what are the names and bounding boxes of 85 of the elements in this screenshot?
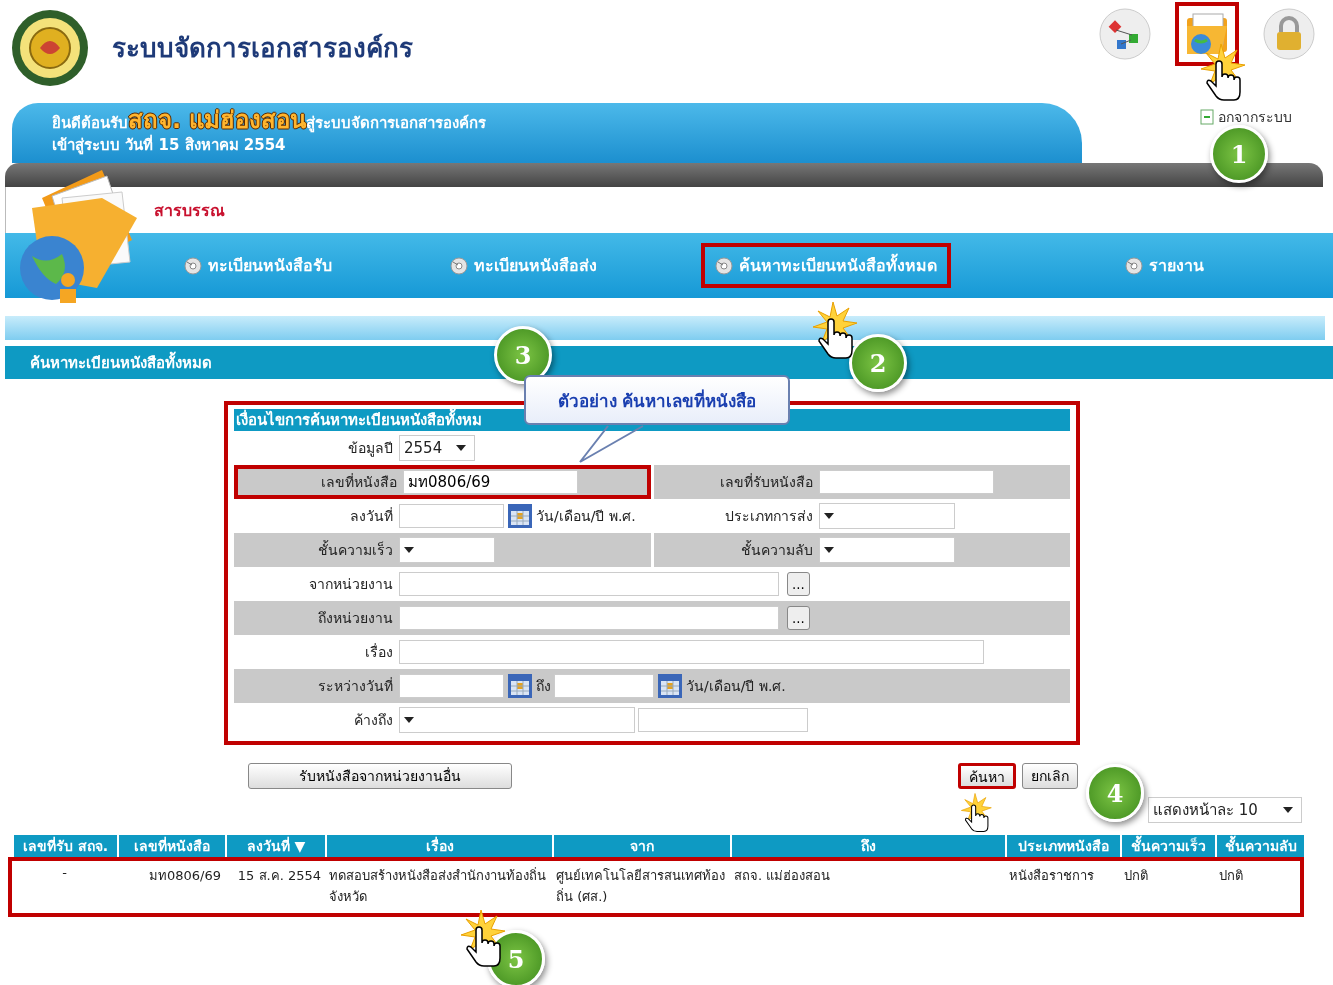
column-header[interactable]: เลขที่หนังสือ: [117, 835, 225, 857]
app-title: ระบบจัดการเอกสารองค์กร: [112, 32, 414, 65]
section-title: ค้นหาทะเบียนหนังสือทั้งหมด: [30, 350, 212, 374]
caret-icon: [456, 445, 466, 451]
table-cell-text: ปกติ: [1218, 867, 1244, 885]
column-header[interactable]: ชั้นความเร็ว: [1120, 835, 1215, 857]
logout-link[interactable]: อกจากระบบ: [1200, 106, 1292, 128]
field-label: ชั้นความลับ: [740, 542, 813, 558]
page-size-dropdown[interactable]: แสดงหน้าละ 10: [1148, 797, 1302, 823]
button[interactable]: รับหนังสือจากหน่วยงานอื่น: [248, 763, 512, 789]
column-header[interactable]: ลงวันที่ ▼: [225, 835, 325, 857]
callout-bubble: ตัวอย่าง ค้นหาเลขที่หนังสือ: [524, 375, 790, 425]
field-label: ข้อมูลปี: [348, 440, 393, 456]
text-field[interactable]: มท0806/69: [403, 470, 578, 494]
field-label: ชั้นความเร็ว: [318, 542, 393, 558]
column-header[interactable]: ประเภทหนังสือ: [1005, 835, 1120, 857]
welcome-text: ยินดีต้อนรับสถจ. แม่ฮ่องสอนสู่ระบบจัดการเอกสารองค์กร: [52, 109, 488, 134]
step-number-badge: 1: [1210, 125, 1268, 183]
field-label: เรื่อง: [365, 644, 393, 660]
field-label: ค้างถึง: [354, 712, 393, 728]
field-label: เลขที่หนังสือ: [321, 474, 397, 490]
table-cell-text: หนังสือราชการ: [1008, 867, 1095, 885]
menu-item[interactable]: ค้นหาทะเบียนหนังสือทั้งหมด: [701, 243, 951, 288]
table-cell-text: ปกติ: [1123, 867, 1149, 885]
column-header[interactable]: เรื่อง: [325, 835, 552, 857]
column-header[interactable]: ถึง: [730, 835, 1005, 857]
date-format-hint: วัน/เดือน/ปี พ.ศ.: [536, 507, 636, 526]
browse-button[interactable]: ...: [787, 606, 810, 630]
table-cell-text: สถจ. แม่ฮ่องสอน: [733, 867, 832, 885]
dropdown[interactable]: [818, 503, 955, 529]
field-label: ถึงหน่วยงาน: [318, 610, 393, 626]
calendar-icon: [657, 673, 683, 699]
disc-icon: [1125, 256, 1143, 275]
caret-icon: [404, 547, 414, 553]
menu-item[interactable]: ทะเบียนหนังสือรับ: [170, 243, 346, 288]
dropdown[interactable]: [399, 707, 635, 733]
column-header[interactable]: ชั้นความลับ: [1215, 835, 1304, 857]
text-field[interactable]: [818, 470, 994, 494]
text-field[interactable]: [554, 674, 654, 698]
field-label: ลงวันที่: [350, 508, 393, 524]
table-cell-text: -: [61, 865, 68, 882]
module-title: สารบรรณ: [154, 199, 225, 222]
table-cell-text: ทดสอบสร้างหนังสือส่งสำนักงานท้องถิ่นจังหวัด: [328, 866, 547, 906]
button[interactable]: ยกเลิก: [1022, 763, 1078, 789]
range-separator: ถึง: [536, 677, 551, 696]
menu-item[interactable]: รายงาน: [1111, 243, 1218, 288]
calendar-icon: [507, 503, 533, 529]
table-row[interactable]: - มท0806/69 15 ส.ค. 2554 ทดสอบสร้างหนังสือส่งสำนักงานท้องถิ่นจังหวัด ศูนย์เทคโนโลยีสารสนเทศท้องถิ่น (ศส.) สถจ. แม่ฮ่องสอน หนังสือราชการ ปกติ ปกติ: [8, 857, 1304, 917]
field-label: จากหน่วยงาน: [309, 576, 393, 592]
menu-item[interactable]: ทะเบียนหนังสือส่ง: [436, 243, 611, 288]
text-field[interactable]: [638, 708, 808, 732]
date-format-hint: วัน/เดือน/ปี พ.ศ.: [686, 677, 786, 696]
button[interactable]: ค้นหา: [958, 763, 1016, 789]
field-label: เลขที่รับหนังสือ: [719, 474, 813, 490]
dropdown[interactable]: [818, 537, 955, 563]
disc-icon: [715, 256, 733, 275]
text-field[interactable]: [399, 606, 779, 630]
table-cell-text: 15 ส.ค. 2554: [236, 867, 322, 885]
text-field[interactable]: [399, 572, 779, 596]
caret-icon: [404, 717, 414, 723]
dropdown[interactable]: 2554: [399, 435, 475, 461]
browse-button[interactable]: ...: [787, 572, 810, 596]
hand-cursor-drawing: [958, 792, 992, 833]
disc-icon: [450, 256, 468, 275]
text-field[interactable]: [399, 640, 984, 664]
caret-icon: [1283, 807, 1293, 813]
document-icon: [1200, 109, 1214, 125]
login-date-text: เข้าสู่ระบบ วันที่ 15 สิงหาคม 2554: [52, 134, 287, 156]
table-cell-text: มท0806/69: [148, 867, 222, 885]
column-header[interactable]: เลขที่รับ สถจ.: [12, 835, 117, 857]
field-label: ระหว่างวันที่: [318, 678, 393, 694]
calendar-icon: [507, 673, 533, 699]
field-label: ประเภทการส่ง: [724, 508, 813, 524]
caret-icon: [823, 547, 834, 553]
text-field[interactable]: [399, 674, 504, 698]
table-cell-text: ศูนย์เทคโนโลยีสารสนเทศท้องถิ่น (ศส.): [555, 867, 726, 906]
sitemap-icon: [1099, 8, 1151, 60]
lock-icon: [1263, 8, 1315, 60]
caret-icon: [823, 513, 834, 519]
step-number-badge: 2: [849, 334, 907, 392]
step-number-badge: 4: [1086, 764, 1144, 822]
disc-icon: [184, 256, 202, 275]
column-header[interactable]: จาก: [552, 835, 730, 857]
text-field[interactable]: [399, 504, 504, 528]
dropdown[interactable]: [399, 537, 495, 563]
